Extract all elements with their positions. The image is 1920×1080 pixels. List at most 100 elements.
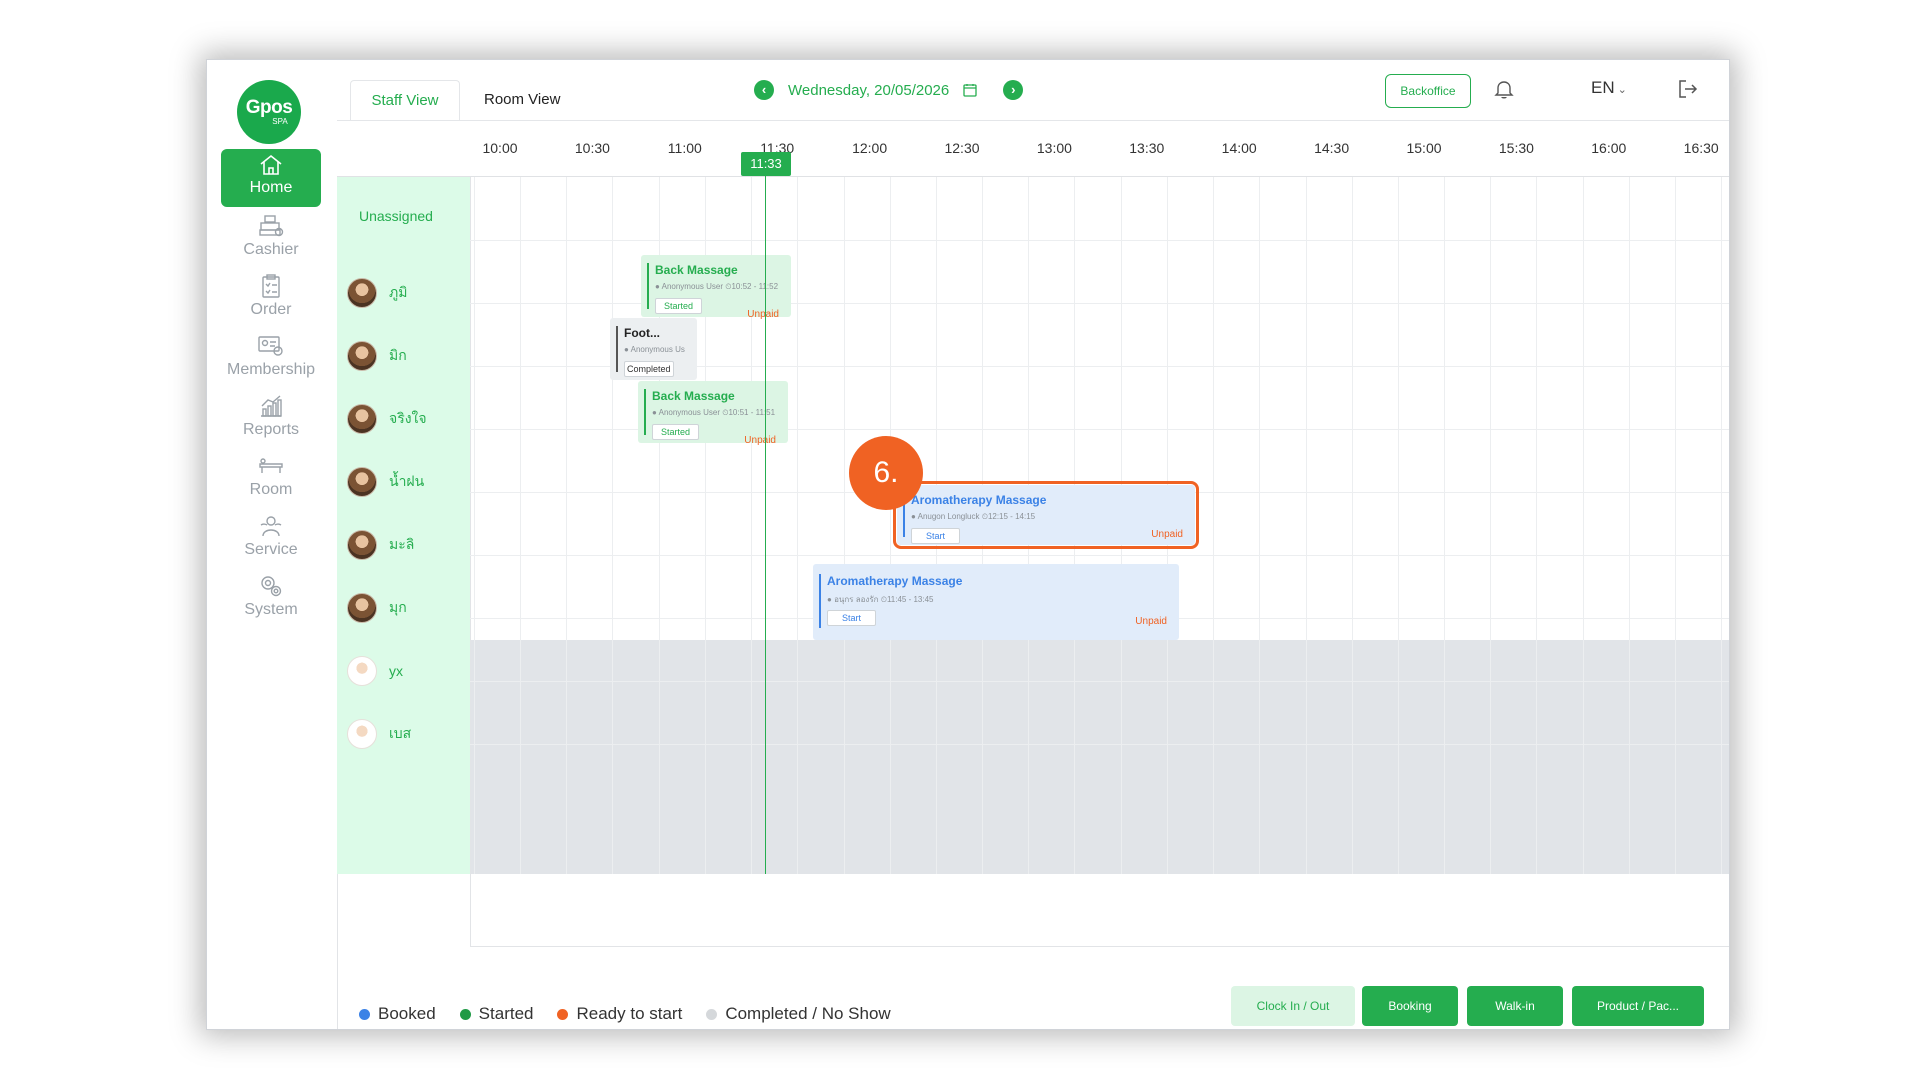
grid-column-line — [1582, 177, 1584, 874]
avatar — [347, 530, 377, 560]
time-label: 12:30 — [944, 140, 980, 156]
prev-day-button[interactable]: ‹ — [754, 80, 774, 100]
staff-row[interactable]: มะลิ — [347, 528, 414, 562]
booking-time: 11:45 - 13:45 — [886, 595, 934, 604]
staff-row[interactable]: ภูมิ — [347, 276, 407, 310]
legend-item-started: Started — [459, 1004, 534, 1024]
sidebar-item-label: Cashier — [243, 241, 299, 258]
grid-column-line — [612, 177, 614, 874]
legend-item-completed: Completed / No Show — [706, 1004, 891, 1024]
unavailable-staff-area — [471, 640, 1729, 874]
time-label: 14:00 — [1221, 140, 1257, 156]
grid-column-line — [1213, 177, 1215, 874]
staff-row[interactable]: จริงใจ — [347, 402, 427, 436]
highlight-frame — [893, 481, 1199, 549]
current-time-badge: 11:33 — [741, 152, 791, 176]
staff-name: จริงใจ — [389, 410, 427, 426]
sidebar-item-home[interactable]: Home — [221, 149, 321, 207]
staff-row[interactable]: น้ำฝน — [347, 465, 424, 499]
staff-name: เบส — [389, 725, 412, 741]
legend-label: Started — [478, 1004, 534, 1023]
tab-room-view[interactable]: Room View — [464, 80, 580, 120]
booking-time: 10:51 - 11:51 — [728, 408, 776, 417]
staff-name: yx — [389, 663, 403, 679]
staff-row[interactable]: yx — [347, 654, 403, 688]
sidebar: Gpos SPA Home Cashier Order Membership R… — [207, 60, 333, 1029]
avatar — [347, 593, 377, 623]
sidebar-item-label: Room — [249, 481, 293, 498]
time-label: 15:00 — [1406, 140, 1442, 156]
booking-card[interactable]: Back Massage ● Anonymous User ⏲10:52 - 1… — [641, 255, 791, 320]
sidebar-item-cashier[interactable]: Cashier — [221, 209, 321, 267]
avatar — [347, 404, 377, 434]
avatar — [347, 341, 377, 371]
product-package-button[interactable]: Product / Pac... — [1572, 986, 1704, 1026]
legend-dot — [706, 1008, 718, 1020]
grid-column-line — [1398, 177, 1399, 874]
sidebar-item-label: Home — [249, 179, 293, 196]
booking-button[interactable]: Booking — [1362, 986, 1458, 1026]
grid-column-line — [1351, 177, 1353, 874]
status-bar — [644, 389, 646, 435]
booking-status-pill[interactable]: Started — [652, 424, 700, 440]
sidebar-item-service[interactable]: Service — [221, 509, 321, 567]
walk-in-button[interactable]: Walk-in — [1467, 986, 1563, 1026]
booking-meta: ● Anonymous User ⏲10:51 - 11:51 — [652, 408, 776, 417]
legend-item-ready: Ready to start — [557, 1004, 682, 1024]
clock-in-out-button[interactable]: Clock In / Out — [1231, 986, 1355, 1026]
booking-card[interactable]: Foot... ● Anonymous Us Completed — [610, 318, 697, 380]
time-label: 16:00 — [1591, 140, 1627, 156]
service-icon — [260, 516, 282, 537]
grid-column-line — [1628, 177, 1630, 874]
sidebar-item-system[interactable]: System — [221, 569, 321, 627]
bell-icon[interactable] — [1493, 78, 1515, 100]
booking-card[interactable]: Aromatherapy Massage ● อนุกร ลองรัก ⏲11:… — [813, 564, 1179, 640]
unassigned-row-label: Unassigned — [359, 208, 433, 224]
system-icon — [261, 576, 282, 597]
staff-name: ภูมิ — [389, 284, 408, 300]
sidebar-item-order[interactable]: Order — [221, 269, 321, 327]
staff-row[interactable]: เบส — [347, 717, 411, 751]
payment-status: Unpaid — [744, 435, 776, 446]
time-label: 16:30 — [1683, 140, 1719, 156]
booking-status-pill[interactable]: Completed — [624, 361, 674, 377]
status-bar — [616, 326, 618, 372]
booking-title: Foot... — [624, 326, 660, 340]
sidebar-item-membership[interactable]: Membership — [221, 329, 321, 387]
booking-status-pill[interactable]: Started — [655, 298, 703, 314]
legend-label: Booked — [378, 1004, 436, 1023]
backoffice-button[interactable]: Backoffice — [1385, 74, 1471, 108]
current-date: Wednesday, 20/05/2026 — [788, 81, 950, 99]
staff-row[interactable]: มุก — [347, 591, 407, 625]
grid-row-line — [470, 240, 1729, 241]
sidebar-item-reports[interactable]: Reports — [221, 389, 321, 447]
calendar-icon[interactable] — [963, 83, 977, 97]
booking-customer: Anonymous User — [658, 408, 720, 417]
language-select[interactable]: EN ⌄ — [1591, 78, 1627, 98]
grid-row-line — [470, 681, 1729, 682]
legend-dot — [459, 1008, 471, 1020]
gpos-logo: Gpos SPA — [237, 80, 301, 144]
time-label: 13:00 — [1036, 140, 1072, 156]
cashier-icon — [259, 215, 284, 237]
status-legend: Booked Started Ready to start Completed … — [359, 1004, 891, 1024]
avatar — [347, 467, 377, 497]
booking-title: Aromatherapy Massage — [827, 574, 963, 588]
current-time-line — [765, 176, 766, 874]
sidebar-item-label: Order — [250, 301, 292, 318]
grid-column-line — [1721, 177, 1723, 874]
start-button[interactable]: Start — [827, 610, 877, 626]
legend-dot — [557, 1008, 569, 1020]
logout-icon[interactable] — [1677, 78, 1699, 100]
sidebar-item-label: Service — [244, 541, 298, 558]
staff-row[interactable]: มิก — [347, 339, 407, 373]
next-day-button[interactable]: › — [1003, 80, 1024, 100]
booking-customer: Anonymous Us — [630, 345, 685, 354]
tab-staff-view[interactable]: Staff View — [350, 80, 460, 120]
sidebar-item-room[interactable]: Room — [221, 449, 321, 507]
time-label: 15:30 — [1498, 140, 1534, 156]
avatar — [347, 278, 377, 308]
legend-dot — [359, 1008, 370, 1020]
time-label: 12:00 — [852, 140, 888, 156]
booking-customer: Anonymous User — [661, 282, 723, 291]
